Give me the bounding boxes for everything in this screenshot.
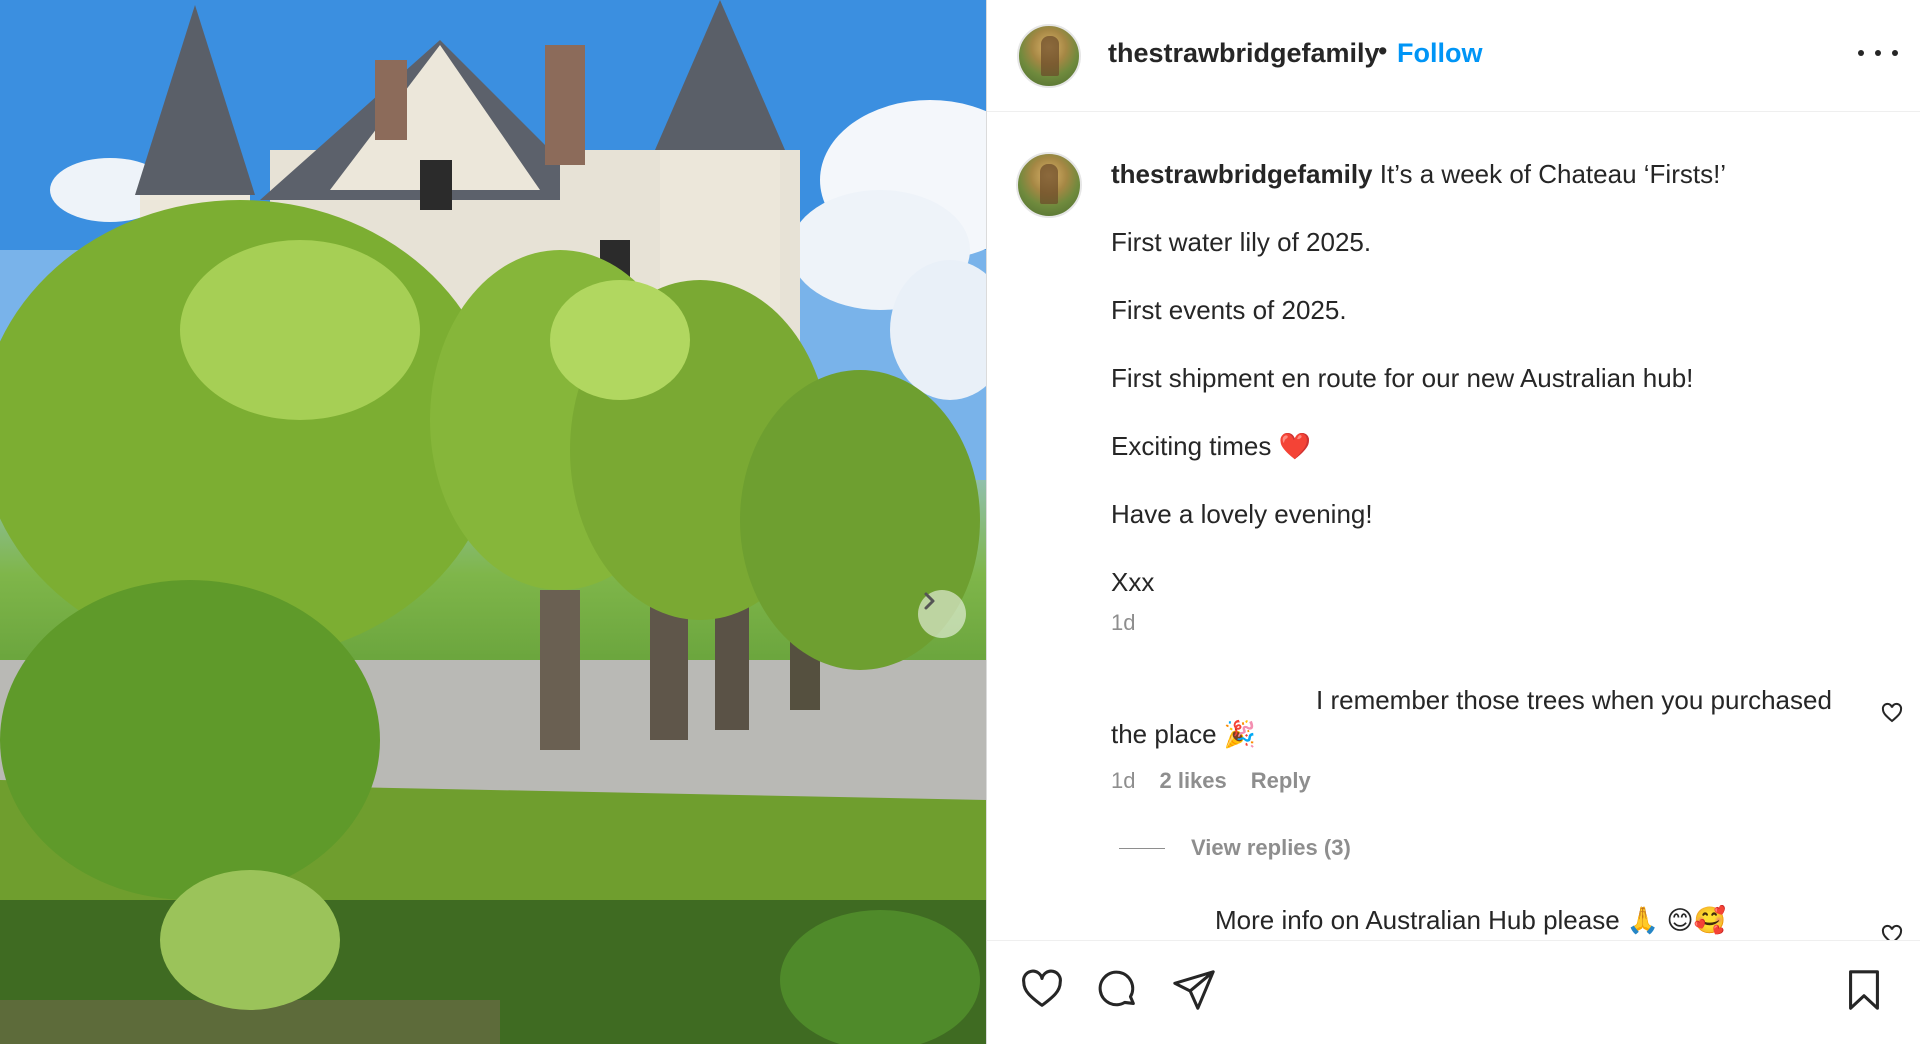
post-image[interactable] [0, 0, 986, 1044]
bookmark-icon[interactable] [1841, 967, 1887, 1013]
caption-line: Xxx [1111, 567, 1155, 597]
comment-likes[interactable]: 2 likes [1159, 768, 1226, 794]
reply-button[interactable]: Reply [1251, 768, 1311, 794]
more-options-icon[interactable] [1858, 38, 1898, 68]
caption-line: First shipment en route for our new Aust… [1111, 363, 1694, 393]
comment-timestamp[interactable]: 1d [1111, 768, 1135, 794]
caption-timestamp[interactable]: 1d [1111, 610, 1135, 636]
comment-text: I remember those trees when you purchase… [1316, 685, 1832, 715]
chateau-photo [0, 0, 986, 1044]
caption-line: First water lily of 2025. [1111, 227, 1372, 257]
replies-line [1119, 847, 1165, 849]
caption-avatar[interactable] [1016, 152, 1082, 218]
caption-username[interactable]: thestrawbridgefamily [1111, 159, 1373, 189]
comments-section[interactable]: thestrawbridgefamily It’s a week of Chat… [987, 113, 1920, 940]
comment-meta: 1d 2 likes Reply [1111, 768, 1311, 794]
caption-line: First events of 2025. [1111, 295, 1347, 325]
header-separator: • [1378, 36, 1388, 66]
comment-like-heart-icon[interactable] [1880, 701, 1904, 725]
carousel-next-button[interactable] [918, 590, 966, 638]
follow-button[interactable]: Follow [1397, 38, 1482, 69]
view-replies-button[interactable]: View replies (3) [1119, 835, 1351, 861]
heart-icon[interactable] [1019, 967, 1065, 1013]
comment-item: More info on Australian Hub please 🙏 😊🥰 [1215, 905, 1726, 936]
view-replies-label: View replies (3) [1191, 835, 1351, 860]
chevron-right-icon [924, 592, 935, 610]
author-avatar[interactable] [1017, 24, 1081, 88]
share-icon[interactable] [1171, 967, 1217, 1013]
caption-line: It’s a week of Chateau ‘Firsts!’ [1379, 159, 1727, 189]
comment-item: I remember those trees when you purchase… [1111, 683, 1871, 751]
post-header: thestrawbridgefamily • Follow [987, 0, 1920, 112]
action-bar [987, 940, 1920, 1044]
comment-text-cont: the place 🎉 [1111, 719, 1257, 749]
caption-line: Have a lovely evening! [1111, 499, 1373, 529]
caption-line: Exciting times ❤️ [1111, 431, 1311, 461]
post-side-panel: thestrawbridgefamily • Follow thestrawbr… [987, 0, 1920, 1044]
caption-text: thestrawbridgefamily It’s a week of Chat… [1111, 157, 1871, 633]
comment-icon[interactable] [1095, 967, 1141, 1013]
comment-like-heart-icon[interactable] [1880, 923, 1904, 940]
author-username[interactable]: thestrawbridgefamily [1108, 38, 1380, 69]
comment-text: More info on Australian Hub please 🙏 😊🥰 [1215, 905, 1726, 935]
